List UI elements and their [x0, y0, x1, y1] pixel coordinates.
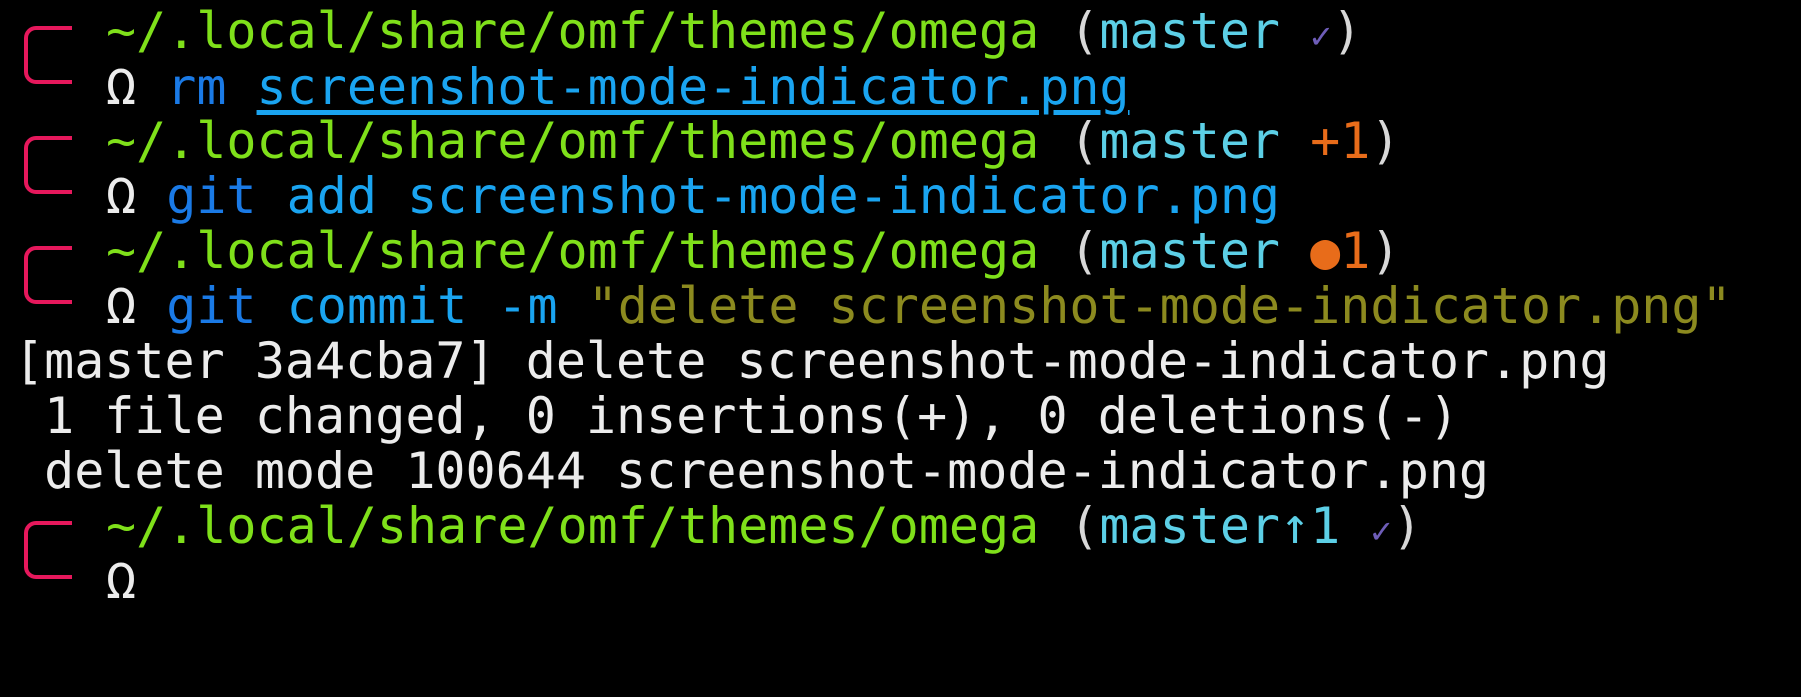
command-name: rm	[166, 58, 227, 116]
command-argument: screenshot-mode-indicator.png	[407, 167, 1281, 225]
command-subcommand: commit	[286, 277, 468, 335]
command-line[interactable]: Ω git add screenshot-mode-indicator.png	[0, 165, 1280, 227]
command-name: git	[166, 277, 257, 335]
command-line[interactable]: Ω git commit -m "delete screenshot-mode-…	[0, 275, 1732, 337]
output-line: delete mode 100644 screenshot-mode-indic…	[14, 442, 1490, 500]
command-argument-link[interactable]: screenshot-mode-indicator.png	[257, 58, 1130, 116]
git-branch: master	[1099, 112, 1281, 170]
command-flag: -m	[497, 277, 558, 335]
command-string-argument: "delete screenshot-mode-indicator.png"	[587, 277, 1732, 335]
prompt-symbol: Ω	[106, 277, 137, 335]
prompt-header: ~/.local/share/omf/themes/omega (master …	[106, 112, 1401, 170]
command-line-active[interactable]: Ω	[0, 550, 136, 612]
prompt-header: ~/.local/share/omf/themes/omega (master …	[106, 222, 1401, 280]
output-line: [master 3a4cba7] delete screenshot-mode-…	[14, 332, 1610, 390]
git-clean-check-icon: ✓	[1370, 511, 1393, 552]
prompt-path: ~/.local/share/omf/themes/omega	[106, 2, 1040, 60]
prompt-path: ~/.local/share/omf/themes/omega	[106, 222, 1040, 280]
prompt-header: ~/.local/share/omf/themes/omega (master↑…	[106, 497, 1423, 555]
prompt-path: ~/.local/share/omf/themes/omega	[106, 112, 1040, 170]
prompt-symbol: Ω	[106, 58, 137, 116]
git-staged-count: +1	[1310, 112, 1371, 170]
command-name: git	[166, 167, 257, 225]
git-branch: master	[1099, 222, 1281, 280]
prompt-path: ~/.local/share/omf/themes/omega	[106, 497, 1040, 555]
prompt-symbol: Ω	[106, 552, 137, 610]
output-line: 1 file changed, 0 insertions(+), 0 delet…	[14, 387, 1459, 445]
prompt-symbol: Ω	[106, 167, 137, 225]
command-subcommand: add	[286, 167, 377, 225]
git-clean-check-icon: ✓	[1310, 16, 1332, 57]
git-branch: master	[1099, 2, 1281, 60]
command-line[interactable]: Ω rm screenshot-mode-indicator.png	[0, 56, 1130, 118]
prompt-header: ~/.local/share/omf/themes/omega (master …	[106, 2, 1362, 60]
terminal-window[interactable]: ~/.local/share/omf/themes/omega (master …	[0, 0, 1801, 697]
git-modified-count: ●1	[1310, 222, 1371, 280]
git-branch: master↑1	[1099, 497, 1341, 555]
